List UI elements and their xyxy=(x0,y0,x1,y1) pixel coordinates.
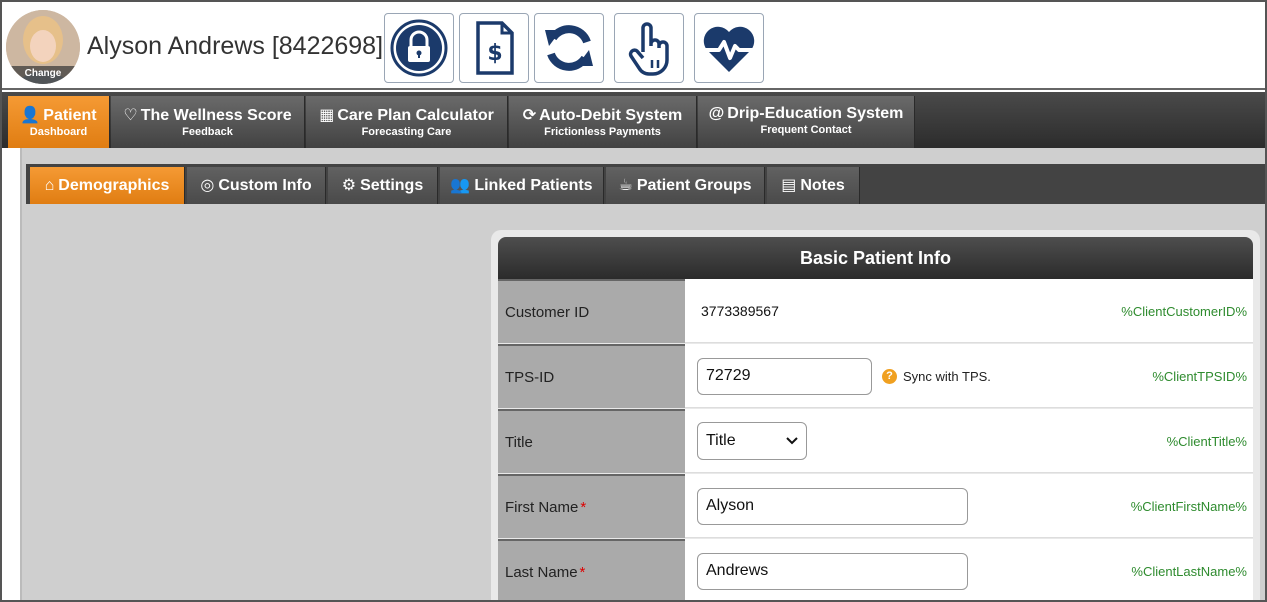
heart-pulse-icon xyxy=(703,26,755,72)
main-tab-subtitle: Dashboard xyxy=(29,126,88,138)
main-tab-patient[interactable]: 👤 Patient Dashboard xyxy=(8,96,110,148)
required-marker: * xyxy=(580,498,587,516)
avatar-change-label[interactable]: Change xyxy=(6,66,80,84)
patient-name: Alyson Andrews [8422698] xyxy=(87,32,384,60)
main-tab-title: Care Plan Calculator xyxy=(337,107,494,124)
row-last-name: Last Name* %ClientLastName% xyxy=(498,539,1253,600)
tab-label: Notes xyxy=(800,177,845,194)
main-tab-title: Drip-Education System xyxy=(727,105,904,122)
customer-id-value: 3773389567 xyxy=(701,303,779,319)
main-tab-care-plan-calculator[interactable]: ▦ Care Plan Calculator Forecasting Care xyxy=(306,96,508,148)
lock-icon xyxy=(390,19,448,77)
main-tab-subtitle: Frictionless Payments xyxy=(544,126,661,138)
refresh-button[interactable] xyxy=(534,13,604,83)
tps-id-group: ? Sync with TPS. xyxy=(697,344,991,408)
main-tab-subtitle: Feedback xyxy=(182,126,233,138)
customer-id-label: Customer ID xyxy=(505,303,590,321)
main-tab-subtitle: Frequent Contact xyxy=(760,124,852,136)
at-icon: @ xyxy=(708,105,725,122)
tab-label: Custom Info xyxy=(218,177,312,194)
target-icon: ◎ xyxy=(200,177,215,194)
sync-with-tps-text: Sync with TPS. xyxy=(903,368,991,384)
heartbeat-icon: ♡ xyxy=(123,107,138,124)
calculator-icon: ▦ xyxy=(319,107,335,124)
tab-label: Linked Patients xyxy=(474,177,593,194)
tab-patient-groups[interactable]: ☕ Patient Groups xyxy=(606,167,765,204)
title-group: Title xyxy=(697,409,807,473)
last-name-token: %ClientLastName% xyxy=(1131,563,1247,579)
tab-label: Settings xyxy=(360,177,424,194)
row-customer-id: Customer ID 3773389567 %ClientCustomerID… xyxy=(498,279,1253,343)
tab-demographics[interactable]: ⌂ Demographics xyxy=(30,167,185,204)
refresh-icon: ⟳ xyxy=(522,107,537,124)
first-name-token: %ClientFirstName% xyxy=(1130,498,1247,514)
first-name-label: First Name xyxy=(505,498,579,516)
help-icon[interactable]: ? xyxy=(882,368,897,384)
tab-settings[interactable]: ⚙ Settings xyxy=(328,167,438,204)
gear-icon: ⚙ xyxy=(341,177,357,194)
basic-patient-info-panel: Basic Patient Info Customer ID 377338956… xyxy=(491,230,1260,600)
field-label: Title xyxy=(498,409,685,473)
field-label: TPS-ID xyxy=(498,344,685,408)
first-name-input[interactable] xyxy=(697,487,968,525)
main-tab-drip-education[interactable]: @ Drip-Education System Frequent Contact xyxy=(698,96,915,148)
tps-id-input[interactable] xyxy=(697,357,872,395)
customer-id-token: %ClientCustomerID% xyxy=(1121,303,1247,319)
note-icon: ▤ xyxy=(781,177,797,194)
title-token: %ClientTitle% xyxy=(1166,433,1247,449)
first-name-group xyxy=(697,474,968,538)
sub-navigation: ⌂ Demographics ◎ Custom Info ⚙ Settings 👥 Li… xyxy=(26,164,1265,204)
main-tab-subtitle: Forecasting Care xyxy=(361,126,452,138)
user-icon: 👤 xyxy=(20,107,41,124)
main-tab-wellness-score[interactable]: ♡ The Wellness Score Feedback xyxy=(111,96,305,148)
main-tab-title: Patient xyxy=(43,107,97,124)
required-marker: * xyxy=(579,563,586,581)
tps-id-label: TPS-ID xyxy=(505,368,555,386)
title-label: Title xyxy=(505,433,533,451)
title-select-value: Title xyxy=(706,432,736,449)
field-label: Last Name * xyxy=(498,539,685,600)
panel-title: Basic Patient Info xyxy=(498,237,1253,279)
main-tab-auto-debit[interactable]: ⟳ Auto-Debit System Frictionless Payments xyxy=(509,96,697,148)
row-tps-id: TPS-ID ? Sync with TPS. %ClientTPSID% xyxy=(498,344,1253,408)
row-title: Title Title %ClientTitle% xyxy=(498,409,1253,473)
groups-icon: ☕ xyxy=(618,177,633,194)
main-tab-title: Auto-Debit System xyxy=(539,107,683,124)
content-area: ⌂ Demographics ◎ Custom Info ⚙ Settings 👥 Li… xyxy=(20,148,1265,600)
health-button[interactable] xyxy=(694,13,764,83)
last-name-group xyxy=(697,539,968,600)
tps-id-token: %ClientTPSID% xyxy=(1152,368,1247,384)
touch-button[interactable] xyxy=(614,13,684,83)
avatar[interactable]: Change xyxy=(6,10,80,84)
invoice-icon: $ xyxy=(476,21,514,75)
touch-hand-icon xyxy=(628,22,669,76)
row-first-name: First Name* %ClientFirstName% xyxy=(498,474,1253,538)
last-name-label: Last Name xyxy=(505,563,578,581)
tab-label: Demographics xyxy=(58,177,170,194)
tab-linked-patients[interactable]: 👥 Linked Patients xyxy=(440,167,604,204)
tab-custom-info[interactable]: ◎ Custom Info xyxy=(187,167,326,204)
field-label: First Name * xyxy=(498,474,685,538)
title-select[interactable]: Title xyxy=(697,422,807,460)
main-navigation: 👤 Patient Dashboard ♡ The Wellness Score F… xyxy=(2,92,1265,148)
last-name-input[interactable] xyxy=(697,552,968,590)
tab-notes[interactable]: ▤ Notes xyxy=(767,167,860,204)
main-tab-title: The Wellness Score xyxy=(140,107,292,124)
field-label: Customer ID xyxy=(498,279,685,343)
lock-button[interactable] xyxy=(384,13,454,83)
refresh-icon xyxy=(545,25,593,71)
users-icon: 👥 xyxy=(450,177,471,194)
home-icon: ⌂ xyxy=(44,177,55,194)
svg-text:$: $ xyxy=(487,41,502,66)
patient-header: Change Alyson Andrews [8422698] $ xyxy=(2,2,1265,90)
chevron-down-icon xyxy=(786,437,798,445)
tab-label: Patient Groups xyxy=(636,177,752,194)
invoice-button[interactable]: $ xyxy=(459,13,529,83)
app-window: Change Alyson Andrews [8422698] $ 👤 Pati… xyxy=(0,0,1267,602)
